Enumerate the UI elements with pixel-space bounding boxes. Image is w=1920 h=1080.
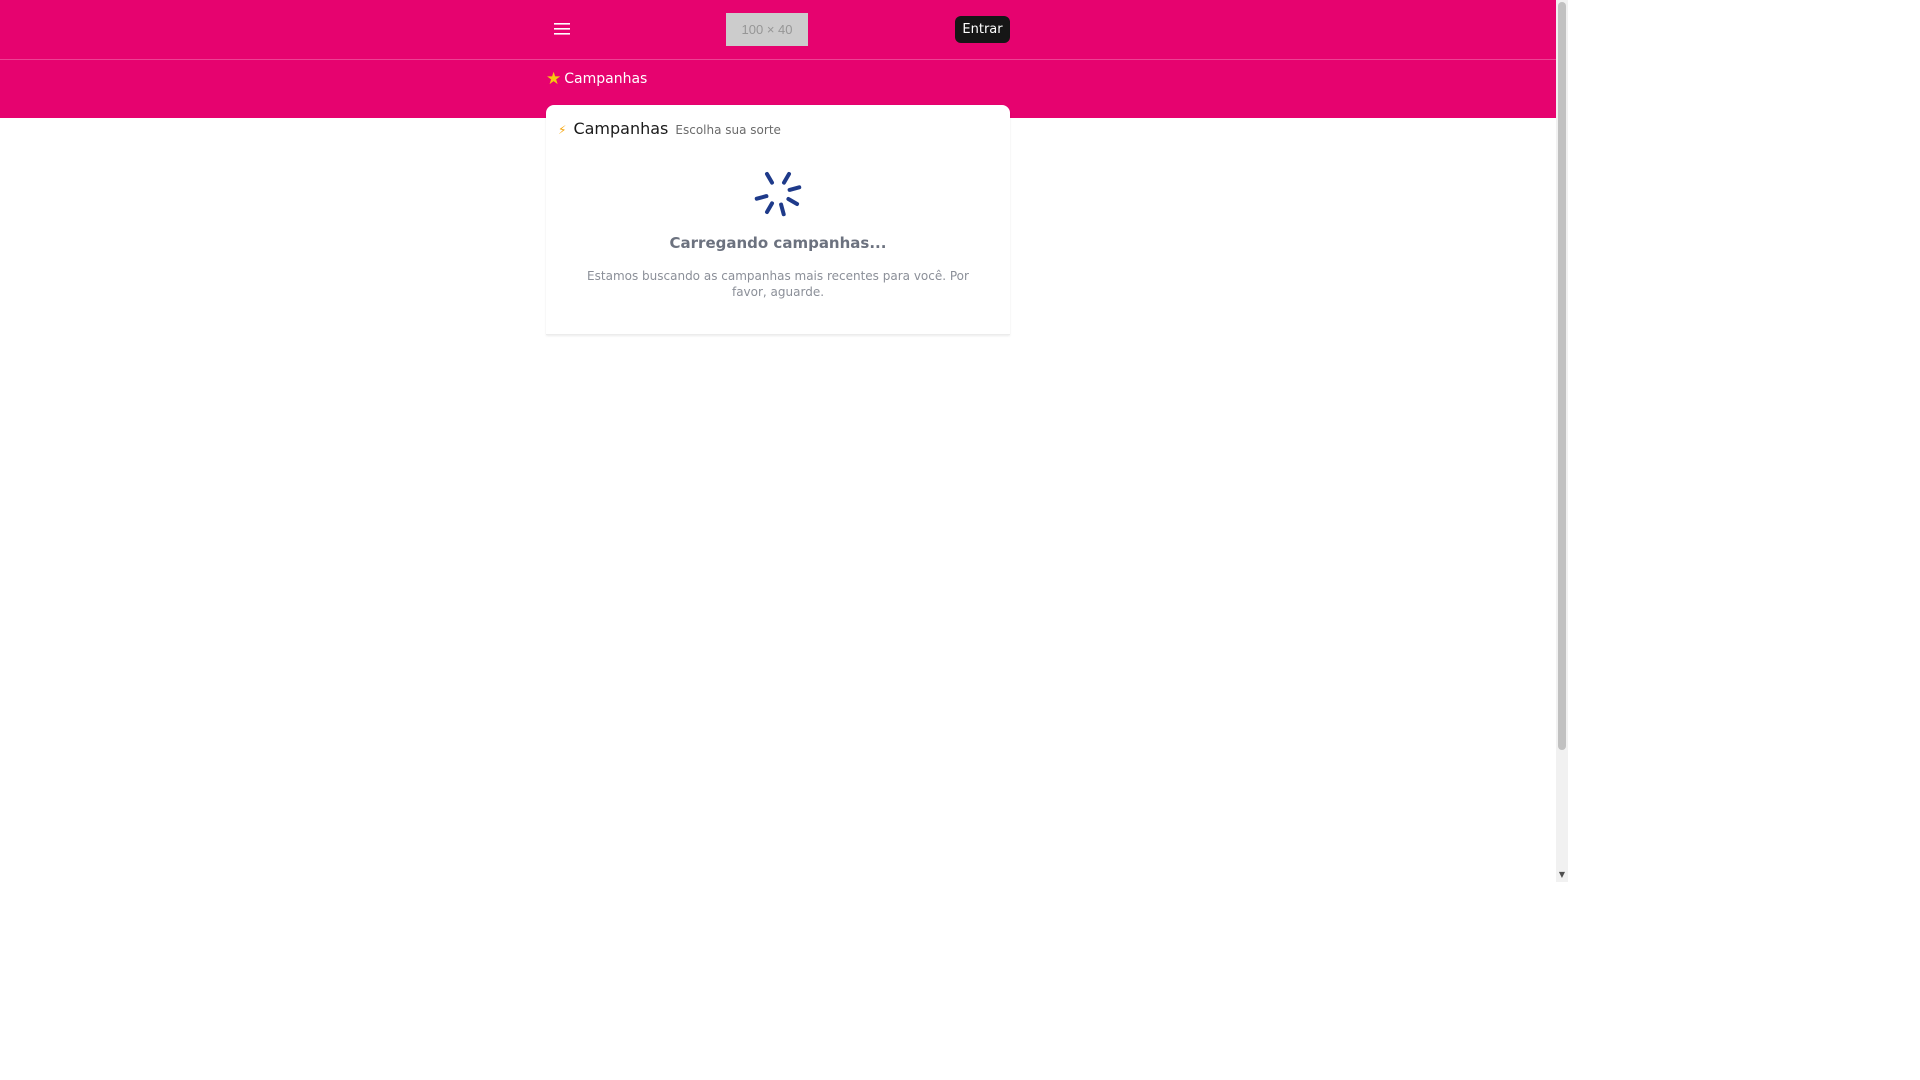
lightning-icon: ⚡ [558, 123, 567, 137]
loading-spinner-icon [754, 171, 802, 217]
menu-button[interactable] [546, 13, 578, 45]
card-title: Campanhas [573, 119, 669, 138]
card-subtitle: Escolha sua sorte [675, 123, 781, 137]
breadcrumb[interactable]: ★ Campanhas [546, 68, 647, 90]
breadcrumb-label: Campanhas [564, 71, 648, 87]
loading-description: Estamos buscando as campanhas mais recen… [587, 269, 969, 299]
logo-placeholder[interactable]: 100 × 40 [726, 13, 808, 46]
card-header: ⚡ Campanhas Escolha sua sorte [558, 119, 781, 138]
campaigns-card: ⚡ Campanhas Escolha sua sorte Carregando… [546, 105, 1010, 335]
loading-title: Carregando campanhas... [669, 234, 887, 252]
login-button[interactable]: Entrar [955, 16, 1010, 43]
top-navbar: 100 × 40 Entrar [0, 0, 1556, 60]
scrollbar-thumb[interactable] [1558, 2, 1566, 750]
scroll-down-icon[interactable]: ▼ [1557, 868, 1567, 880]
star-icon: ★ [546, 68, 562, 89]
hamburger-icon [554, 23, 570, 35]
page: 100 × 40 Entrar ★ Campanhas ⚡ Campanhas … [0, 0, 1556, 882]
